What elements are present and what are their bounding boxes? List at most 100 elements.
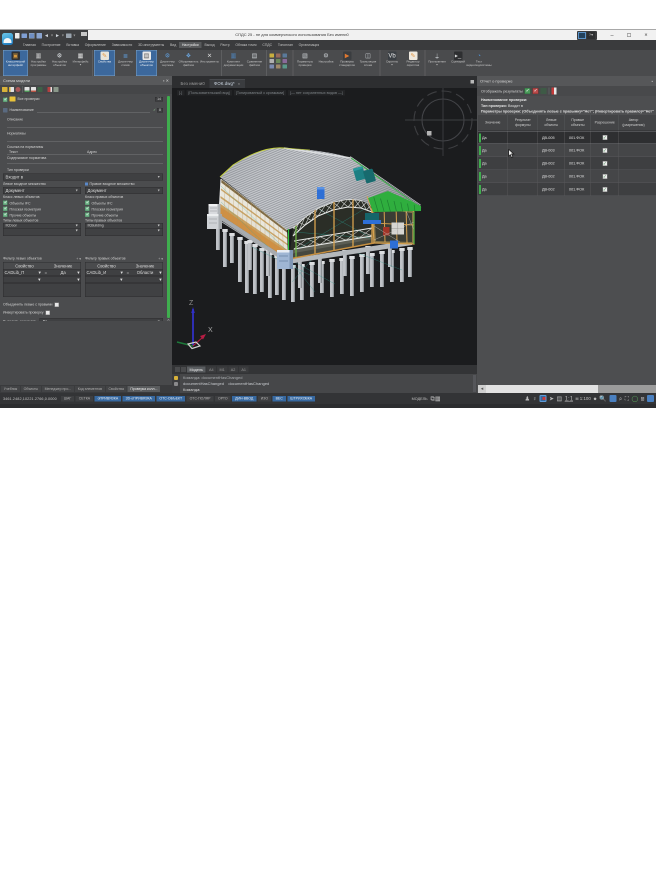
right-types-listbox[interactable]: IfcBuilding▼ ▼ <box>85 223 163 236</box>
import-icon[interactable] <box>31 87 36 92</box>
add-check-icon[interactable] <box>2 87 8 92</box>
right-other-checkbox[interactable] <box>85 213 90 218</box>
ribbon-button[interactable]: ✎ Редактор скриптов ▾ <box>403 50 424 76</box>
dock-tab[interactable]: Свойства <box>106 386 127 392</box>
tab-list-icon[interactable] <box>471 80 475 84</box>
right-filter-value[interactable]: Области <box>132 270 159 275</box>
redo-icon[interactable]: ► <box>55 33 60 39</box>
delete-check-icon[interactable] <box>16 87 21 92</box>
sphere-icon[interactable]: ● <box>593 393 597 404</box>
right-filter-prop[interactable]: CADLib_И <box>86 270 120 275</box>
new-file-icon[interactable] <box>15 33 20 39</box>
ribbon-button[interactable]: ❖ Обозреватель файлов ▾ <box>178 50 199 76</box>
report-filter-icon[interactable] <box>552 88 557 95</box>
save-icon[interactable] <box>29 33 35 39</box>
help-button[interactable]: ?▾ <box>587 32 595 39</box>
invert-checkbox[interactable] <box>45 311 50 316</box>
ribbon-tab[interactable]: Выход <box>202 42 218 48</box>
new-check-icon[interactable] <box>9 87 14 92</box>
root-checkbox[interactable] <box>3 97 8 102</box>
ribbon-button[interactable]: ✕ Инструменты ▾ <box>199 50 220 76</box>
left-filter-prop[interactable]: CADLib_П <box>4 270 38 275</box>
left-filter-value[interactable]: Да <box>50 270 77 275</box>
report-table-row[interactable]: Да ДВ-002 001.ФОК ✓ <box>478 183 656 196</box>
viewport-3d[interactable]: [-] [Пользовательский вид] [Тонированный… <box>172 88 477 365</box>
hscroll-thumb[interactable] <box>598 385 656 393</box>
left-panel-scrollbar[interactable] <box>167 96 170 318</box>
ribbon-tab[interactable]: Оформление <box>82 42 109 48</box>
collapse-arrow-icon[interactable]: ⌃ <box>165 319 172 325</box>
status-toggle[interactable]: ОТС-ПОЛЯР <box>187 396 214 402</box>
ribbon-button[interactable]: ▶ Проверка стандартов ▾ <box>337 50 358 76</box>
ribbon-button[interactable]: ▦ Интерфейс ▾ <box>70 50 91 76</box>
fullscreen-icon[interactable] <box>647 395 654 402</box>
report-table-row[interactable]: Да ДВ-002 001.ФОК ✓ <box>478 170 656 183</box>
status-toggle[interactable]: ШТРИХОВКА <box>287 396 315 402</box>
ribbon-tab[interactable]: Растр <box>218 42 233 48</box>
zoom-ext-icon[interactable]: ⌕ <box>619 393 622 404</box>
ribbon-tab[interactable]: Зависимости <box>109 42 135 48</box>
report-table-row[interactable]: Да ДВ-002 001.ФОК ✓ <box>478 157 656 170</box>
right-panel-hscrollbar[interactable]: ◂ <box>478 385 656 393</box>
circle-icon[interactable]: ◯ <box>631 393 638 404</box>
ribbon-button[interactable]: ▣ Классический интерфейс ▾ <box>3 50 28 76</box>
navigation-compass[interactable] <box>397 88 477 158</box>
sheet-tab-2[interactable]: М1 <box>217 367 227 373</box>
status-toggle[interactable]: ВЕС <box>273 396 286 402</box>
status-toggle[interactable]: ИЗО <box>258 396 271 402</box>
report-column-header[interactable]: Результат формулы <box>508 115 538 131</box>
status-toggle[interactable]: 3D-оПРИВЯЗКА <box>123 396 155 402</box>
ribbon-tab[interactable]: Главная <box>20 42 39 48</box>
pan-icon[interactable] <box>609 395 616 402</box>
ribbon-button[interactable]: ✎ Свойства ▾ <box>94 50 115 76</box>
units-icon[interactable]: 1:1 <box>565 393 573 404</box>
pin-icon[interactable]: ▪ ✕ <box>163 78 169 83</box>
scale-readout[interactable]: м 1:100 <box>576 396 591 401</box>
undo-caret-icon[interactable]: ▾ <box>51 34 53 38</box>
ribbon-button[interactable]: ⍊ Приложения ▾ <box>427 50 448 76</box>
command-tool-icon[interactable] <box>174 382 178 386</box>
sheet-tab-3[interactable]: А2 <box>228 367 238 373</box>
table-icon[interactable]: ▤ <box>557 393 563 404</box>
save-as-icon[interactable] <box>37 33 43 39</box>
undo-icon[interactable]: ◄ <box>44 33 49 39</box>
command-line-panel[interactable]: Команда: documentHasChanged documentHasC… <box>172 374 477 393</box>
document-tab-untitled[interactable]: Без имени0 <box>176 80 209 89</box>
redo-caret-icon[interactable]: ▾ <box>62 34 64 38</box>
content-input[interactable] <box>7 160 163 164</box>
merge-checkbox[interactable] <box>54 303 59 308</box>
ribbon-tab[interactable]: Топоплан <box>275 42 296 48</box>
report-column-header[interactable]: Левые объекты <box>538 115 565 131</box>
styles-mini-grid[interactable] <box>270 50 291 76</box>
user-icon[interactable]: ♟ <box>525 393 530 404</box>
status-toggle[interactable]: ОРТО <box>215 396 231 402</box>
dock-tab[interactable]: Учебник <box>1 386 20 392</box>
dock-tab[interactable]: Код элементов <box>75 386 105 392</box>
status-toggle[interactable]: ОТС-ОБЪЕКТ <box>156 396 185 402</box>
close-tab-icon[interactable]: × <box>238 81 240 86</box>
model-tab[interactable]: Модель <box>187 367 205 373</box>
grid-view-icon[interactable]: ▦ <box>435 393 441 404</box>
ribbon-button[interactable]: ≣ Диспетчер слоёв ▾ <box>115 50 136 76</box>
normatives-input[interactable] <box>7 136 163 142</box>
command-scrollbar[interactable] <box>473 375 476 392</box>
document-tab-active[interactable]: ФОК.dwg*× <box>209 79 244 88</box>
ribbon-tab[interactable]: Настройки <box>179 42 201 48</box>
dock-tab[interactable]: Проверка колл... <box>128 386 161 392</box>
report-column-header[interactable]: Правые объекты <box>565 115 591 131</box>
notify-icon[interactable]: ♀ <box>532 393 537 404</box>
dock-tab[interactable]: Объекты <box>21 386 41 392</box>
run-check-icon[interactable] <box>38 87 43 92</box>
left-set-doc-dropdown[interactable]: Документ▼ <box>3 187 81 194</box>
ribbon-tab[interactable]: 3D-инструменты <box>135 42 167 48</box>
command-star-icon[interactable] <box>174 376 178 380</box>
tree-root-label[interactable]: Все проверки <box>18 97 40 101</box>
right-set-doc-dropdown[interactable]: Документ▼ <box>85 187 163 194</box>
report-table-row[interactable]: Да ДВ-003 001.ФОК ✓ <box>478 144 656 157</box>
description-input[interactable] <box>7 122 163 128</box>
ribbon-button[interactable]: ◫ Трансляция слоев ▾ <box>358 50 379 76</box>
model-space-label[interactable]: МОДЕЛЬ <box>412 396 428 401</box>
ribbon-button[interactable]: ▤ Сравнение файлов ▾ <box>244 50 265 76</box>
select-cursor-icon[interactable]: ➤ <box>549 393 554 404</box>
right-flat-checkbox[interactable] <box>85 207 90 212</box>
